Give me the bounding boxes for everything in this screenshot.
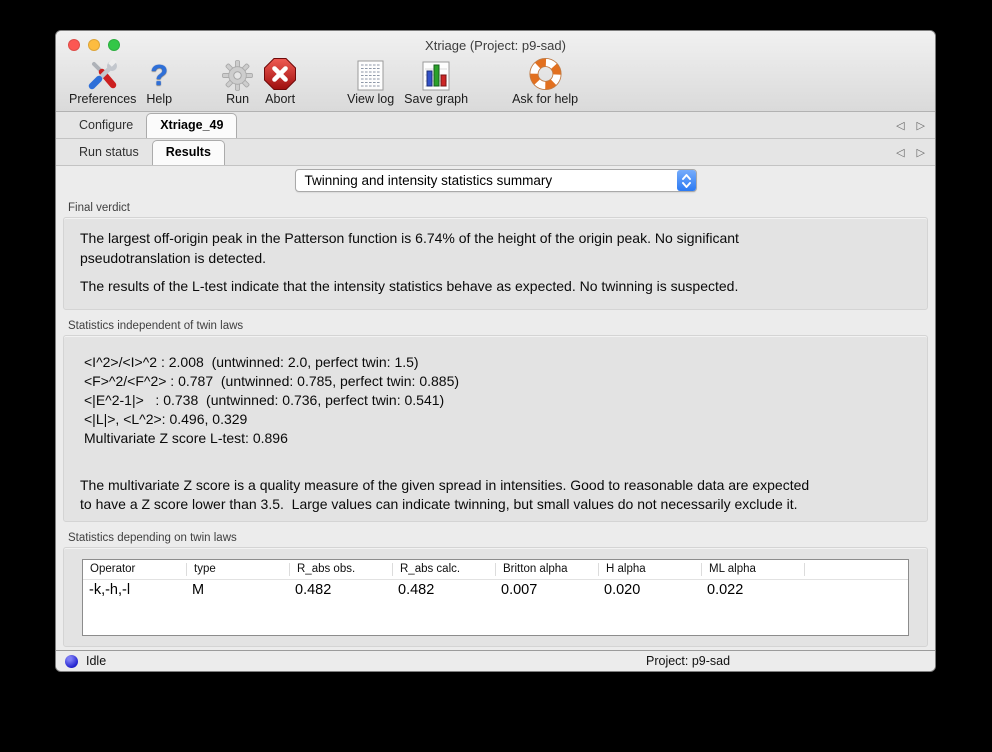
tab-scroll-left-icon[interactable]: ◁ (896, 146, 904, 159)
twin-law-stats-box: Operator type R_abs obs. R_abs calc. Bri… (63, 547, 928, 647)
tab-results[interactable]: Results (152, 140, 225, 165)
stop-x-icon (263, 58, 297, 91)
tab-xtriage-49[interactable]: Xtriage_49 (146, 113, 237, 138)
gear-icon (222, 58, 253, 91)
lifebuoy-icon (528, 58, 563, 91)
column-header-britton-alpha[interactable]: Britton alpha (495, 563, 598, 576)
window-chrome: Xtriage (Project: p9-sad) Preferences (56, 31, 935, 112)
stat-multivariate-z: Multivariate Z score L-test: 0.896 (80, 429, 911, 448)
tools-icon (86, 58, 120, 91)
status-bar: Idle Project: p9-sad (56, 650, 935, 671)
z-score-explanation-text: The multivariate Z score is a quality me… (80, 476, 911, 515)
stat-l-moments: <|L|>, <L^2>: 0.496, 0.329 (80, 410, 911, 429)
independent-stats-section-label: Statistics independent of twin laws (68, 320, 935, 332)
stat-i2-over-i: <I^2>/<I>^2 : 2.008 (untwinned: 2.0, per… (80, 353, 911, 372)
results-panel: Twinning and intensity statistics summar… (56, 169, 935, 647)
cell-britton-alpha: 0.007 (495, 582, 598, 598)
tab-scroll-right-icon[interactable]: ▷ (917, 146, 925, 159)
minimize-window-button[interactable] (88, 39, 100, 51)
zoom-window-button[interactable] (108, 39, 120, 51)
tab-run-status[interactable]: Run status (66, 140, 152, 165)
cell-h-alpha: 0.020 (598, 582, 701, 598)
twin-law-table-header: Operator type R_abs obs. R_abs calc. Bri… (83, 560, 908, 580)
titlebar[interactable]: Xtriage (Project: p9-sad) (56, 31, 935, 59)
save-graph-label: Save graph (404, 92, 468, 106)
traffic-lights (68, 39, 120, 51)
stat-e2-minus-1: <|E^2-1|> : 0.738 (untwinned: 0.736, per… (80, 391, 911, 410)
tab-scroll-arrows: ◁ ▷ (896, 146, 925, 159)
save-graph-button[interactable]: Save graph (399, 58, 473, 106)
dropdown-selected-value: Twinning and intensity statistics summar… (296, 173, 677, 188)
cell-type: M (186, 582, 289, 598)
status-indicator-icon (65, 655, 78, 668)
ask-for-help-button[interactable]: Ask for help (507, 58, 583, 106)
preferences-button[interactable]: Preferences (64, 58, 141, 106)
result-tabbar: Run status Results ◁ ▷ (56, 139, 935, 166)
help-label: Help (146, 92, 172, 106)
column-header-type[interactable]: type (186, 563, 289, 576)
abort-label: Abort (265, 92, 295, 106)
log-document-icon (357, 58, 384, 91)
window-title: Xtriage (Project: p9-sad) (425, 38, 566, 53)
tab-scroll-left-icon[interactable]: ◁ (896, 119, 904, 132)
final-verdict-section-label: Final verdict (68, 202, 935, 214)
independent-stats-box: <I^2>/<I>^2 : 2.008 (untwinned: 2.0, per… (63, 335, 928, 522)
close-window-button[interactable] (68, 39, 80, 51)
view-log-label: View log (347, 92, 394, 106)
final-verdict-box: The largest off-origin peak in the Patte… (63, 217, 928, 310)
column-header-filler (804, 563, 908, 576)
run-label: Run (226, 92, 249, 106)
help-button[interactable]: ? Help (141, 58, 177, 106)
tab-configure[interactable]: Configure (66, 113, 146, 138)
ask-for-help-label: Ask for help (512, 92, 578, 106)
dropdown-stepper-icon[interactable] (677, 170, 696, 191)
twin-law-table: Operator type R_abs obs. R_abs calc. Bri… (82, 559, 909, 636)
report-section-dropdown[interactable]: Twinning and intensity statistics summar… (295, 169, 697, 192)
cell-rabs-obs: 0.482 (289, 582, 392, 598)
column-header-h-alpha[interactable]: H alpha (598, 563, 701, 576)
question-mark-icon: ? (150, 58, 168, 91)
stat-f2-over-f: <F>^2/<F^2> : 0.787 (untwinned: 0.785, p… (80, 372, 911, 391)
tab-scroll-right-icon[interactable]: ▷ (917, 119, 925, 132)
column-header-ml-alpha[interactable]: ML alpha (701, 563, 804, 576)
tab-scroll-arrows: ◁ ▷ (896, 119, 925, 132)
preferences-label: Preferences (69, 92, 136, 106)
bar-chart-icon (422, 58, 450, 91)
column-header-operator[interactable]: Operator (83, 563, 186, 576)
notebook-tabbar: Configure Xtriage_49 ◁ ▷ (56, 112, 935, 139)
column-header-rabs-obs[interactable]: R_abs obs. (289, 563, 392, 576)
xtriage-window: Xtriage (Project: p9-sad) Preferences (55, 30, 936, 672)
cell-rabs-calc: 0.482 (392, 582, 495, 598)
project-name-text: Project: p9-sad (646, 654, 730, 668)
column-header-rabs-calc[interactable]: R_abs calc. (392, 563, 495, 576)
view-log-button[interactable]: View log (342, 58, 399, 106)
twin-law-stats-section-label: Statistics depending on twin laws (68, 532, 935, 544)
table-row[interactable]: -k,-h,-l M 0.482 0.482 0.007 0.020 0.022 (83, 582, 908, 598)
run-button[interactable]: Run (217, 58, 258, 106)
ltest-verdict-text: The results of the L-test indicate that … (80, 277, 911, 297)
patterson-verdict-text: The largest off-origin peak in the Patte… (80, 229, 911, 268)
toolbar: Preferences ? Help (56, 59, 935, 111)
cell-ml-alpha: 0.022 (701, 582, 804, 598)
status-text: Idle (86, 654, 106, 668)
abort-button[interactable]: Abort (258, 58, 302, 106)
cell-operator: -k,-h,-l (83, 582, 186, 598)
